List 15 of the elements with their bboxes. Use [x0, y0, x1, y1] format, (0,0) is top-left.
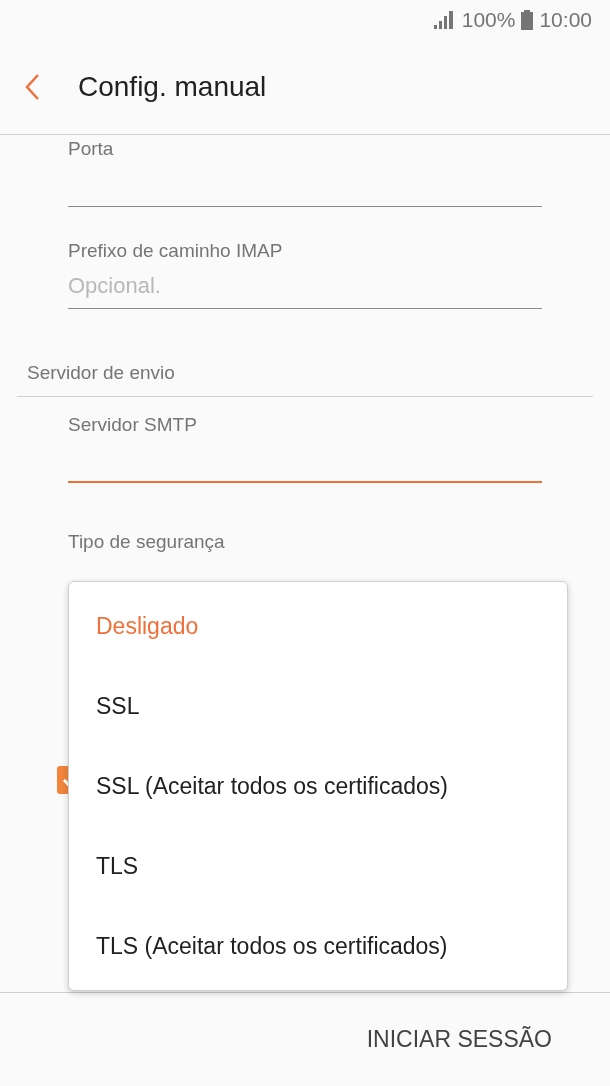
- signal-icon: [433, 11, 456, 29]
- dropdown-option[interactable]: SSL (Aceitar todos os certificados): [69, 746, 567, 826]
- field-label: Prefixo de caminho IMAP: [68, 239, 284, 263]
- field-label: Servidor SMTP: [68, 412, 198, 437]
- section-header: Servidor de envio: [27, 362, 175, 383]
- field-label: Tipo de segurança: [68, 530, 225, 552]
- battery-level: 100%: [461, 7, 516, 34]
- login-button[interactable]: INICIAR SESSÃO: [366, 1022, 552, 1057]
- dropdown-option[interactable]: TLS: [69, 826, 567, 906]
- screen-title: Config. manual: [78, 70, 267, 104]
- dropdown-option[interactable]: TLS (Aceitar todos os certificados): [69, 906, 567, 986]
- field-label: Porta: [68, 137, 115, 161]
- dropdown-option[interactable]: SSL: [69, 666, 567, 746]
- battery-icon: [521, 10, 534, 30]
- clock: 10:00: [539, 7, 592, 34]
